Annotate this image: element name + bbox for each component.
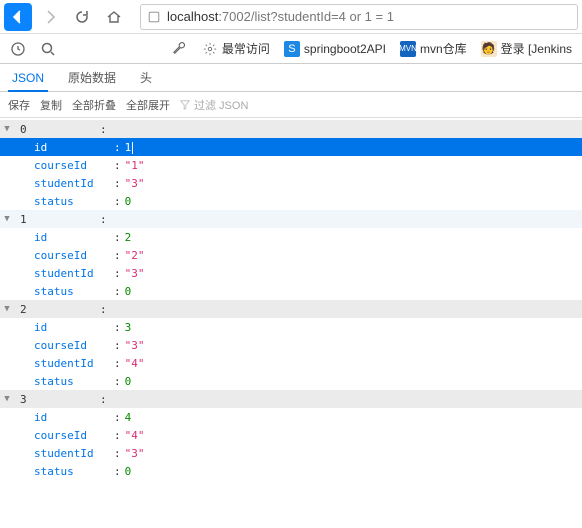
bookmark-label: mvn仓库 [420,40,467,57]
bookmark-label: springboot2API [304,42,386,56]
url-text: localhost:7002/list?studentId=4 or 1 = 1 [167,9,571,24]
json-property-row[interactable]: id:2 [0,228,582,246]
bookmarks-bar: 最常访问 S springboot2API MVN mvn仓库 🧑 登录 [Je… [0,34,582,64]
json-object-row[interactable]: ▼0: [0,120,582,138]
tool-copy[interactable]: 复制 [40,97,62,113]
favicon-icon: 🧑 [481,41,497,57]
json-object-row[interactable]: ▼3: [0,390,582,408]
favicon-icon: S [284,41,300,57]
search-button[interactable] [34,36,62,62]
json-property-row[interactable]: studentId:"3" [0,264,582,282]
search-icon [40,41,56,57]
json-property-row[interactable]: studentId:"3" [0,174,582,192]
url-bar[interactable]: localhost:7002/list?studentId=4 or 1 = 1 [140,4,578,30]
clock-icon [10,41,26,57]
devtools-button[interactable] [166,36,194,62]
forward-button[interactable] [36,3,64,31]
chevron-down-icon: ▼ [0,304,14,314]
json-filter[interactable]: 过滤 JSON [180,97,248,113]
gear-icon [202,41,218,57]
tab-json[interactable]: JSON [8,65,48,92]
tool-collapse-all[interactable]: 全部折叠 [72,97,116,113]
json-object-row[interactable]: ▼1: [0,210,582,228]
tool-expand-all[interactable]: 全部展开 [126,97,170,113]
wrench-icon [172,41,187,56]
json-property-row[interactable]: courseId:"3" [0,336,582,354]
bookmark-springboot[interactable]: S springboot2API [278,38,392,60]
arrow-right-icon [42,9,58,25]
json-property-row[interactable]: id:3 [0,318,582,336]
back-button[interactable] [4,3,32,31]
history-button[interactable] [4,36,32,62]
chevron-down-icon: ▼ [0,124,14,134]
json-property-row[interactable]: id:4 [0,408,582,426]
json-property-row[interactable]: status:0 [0,462,582,480]
reload-icon [74,9,90,25]
favicon-icon: MVN [400,41,416,57]
chevron-down-icon: ▼ [0,214,14,224]
nav-bar: localhost:7002/list?studentId=4 or 1 = 1 [0,0,582,34]
bookmark-frequent[interactable]: 最常访问 [196,37,276,60]
json-object-row[interactable]: ▼2: [0,300,582,318]
tab-raw[interactable]: 原始数据 [64,63,120,91]
json-property-row[interactable]: status:0 [0,192,582,210]
tool-save[interactable]: 保存 [8,97,30,113]
home-icon [106,9,122,25]
json-tools: 保存 复制 全部折叠 全部展开 过滤 JSON [0,92,582,118]
json-property-row[interactable]: courseId:"4" [0,426,582,444]
json-property-row[interactable]: courseId:"2" [0,246,582,264]
tab-headers[interactable]: 头 [136,63,156,91]
funnel-icon [180,100,190,110]
json-property-row[interactable]: id:1 [0,138,582,156]
bookmark-label: 最常访问 [222,40,270,57]
reload-button[interactable] [68,3,96,31]
arrow-left-icon [10,9,26,25]
filter-placeholder: 过滤 JSON [194,97,248,113]
home-button[interactable] [100,3,128,31]
json-tree: ▼0:id:1courseId:"1"studentId:"3"status:0… [0,118,582,488]
json-property-row[interactable]: status:0 [0,282,582,300]
json-property-row[interactable]: courseId:"1" [0,156,582,174]
bookmark-mvn[interactable]: MVN mvn仓库 [394,37,473,60]
bookmark-jenkins[interactable]: 🧑 登录 [Jenkins [475,37,578,60]
page-info-icon[interactable] [147,10,161,24]
json-property-row[interactable]: studentId:"4" [0,354,582,372]
devtools-tabs: JSON 原始数据 头 [0,64,582,92]
json-property-row[interactable]: studentId:"3" [0,444,582,462]
bookmark-label: 登录 [Jenkins [501,40,572,57]
json-property-row[interactable]: status:0 [0,372,582,390]
chevron-down-icon: ▼ [0,394,14,404]
